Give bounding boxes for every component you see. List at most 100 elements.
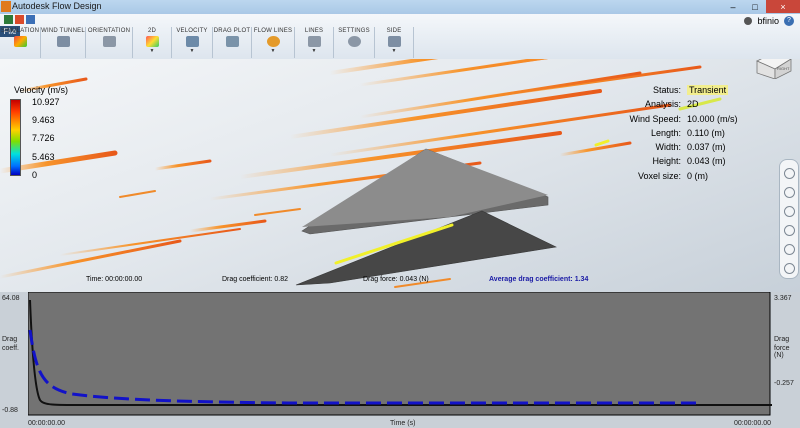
- ribbon-group-2d[interactable]: 2D ▼: [133, 27, 172, 58]
- ribbon-group-flow-lines[interactable]: FLOW LINES ▼: [252, 27, 295, 58]
- close-button[interactable]: ×: [766, 0, 800, 13]
- status-panel: Status: Transient Analysis: 2D Wind Speed:…: [611, 83, 757, 183]
- flow-line: [0, 239, 182, 279]
- look-at-icon[interactable]: [783, 244, 795, 255]
- orientation-icon: [102, 36, 116, 47]
- drag-plot-panel: 64.08 Drag coeff. -0.88 3.367 Drag force…: [0, 292, 800, 428]
- drag-force-readout: Drag force: 0.043 (N): [363, 276, 429, 283]
- legend-tick: 5.463: [32, 152, 55, 162]
- ribbon-group-label: DRAG PLOT: [213, 28, 251, 34]
- viewcube-face-label: RIGHT: [777, 66, 790, 71]
- chevron-down-icon[interactable]: ▼: [312, 48, 317, 54]
- fit-to-view-icon[interactable]: [783, 263, 795, 274]
- ribbon-group-label: LINES: [304, 28, 324, 34]
- gear-icon: [347, 36, 361, 47]
- flow-line: [254, 208, 301, 216]
- navigation-bar: [779, 159, 799, 279]
- status-row: Width: 0.037 (m): [611, 140, 757, 154]
- drag-coefficient-readout: Drag coefficient: 0.82: [222, 276, 289, 283]
- simulation-icon: [13, 36, 27, 47]
- drag-plot-icon: [225, 36, 239, 47]
- status-value: 0.037 (m): [687, 142, 726, 153]
- status-label: Wind Speed:: [629, 113, 681, 124]
- status-row: Wind Speed: 10.000 (m/s): [611, 112, 757, 126]
- x-axis-start: 00:00:00.00: [28, 420, 65, 427]
- drag-plot-chart: 00:00:00.00 Time (s) 00:00:00.00: [28, 292, 772, 427]
- right-axis-min: -0.257: [774, 380, 794, 387]
- ribbon-group-label: VELOCITY: [176, 28, 208, 34]
- status-label: Status:: [652, 85, 681, 95]
- title-bar: Autodesk Flow Design – □ ×: [0, 0, 800, 15]
- wind-tunnel-icon: [56, 36, 70, 47]
- viewcube[interactable]: RIGHT: [753, 59, 795, 79]
- chevron-down-icon[interactable]: ▼: [150, 48, 155, 54]
- new-icon[interactable]: [4, 15, 13, 24]
- ribbon-group-label: FLOW LINES: [253, 28, 293, 34]
- left-axis-title: Drag: [2, 336, 18, 343]
- ribbon-group-lines[interactable]: LINES ▼: [295, 27, 334, 58]
- legend-tick: 7.726: [32, 133, 55, 143]
- status-row: Length: 0.110 (m): [611, 126, 757, 140]
- viewport[interactable]: Velocity (m/s) 10.927 9.463 7.726 5.463 …: [0, 59, 800, 292]
- ribbon-group-drag-plot[interactable]: DRAG PLOT: [213, 27, 252, 58]
- ribbon-group-label: SETTINGS: [338, 28, 370, 34]
- average-drag-coefficient: Average drag coefficient: 1.34: [489, 276, 589, 283]
- steering-wheel-icon[interactable]: [783, 168, 795, 179]
- pan-icon[interactable]: [783, 187, 795, 198]
- ribbon-group-velocity[interactable]: VELOCITY ▼: [172, 27, 213, 58]
- status-label: Height:: [652, 156, 681, 167]
- ribbon-group-simulation[interactable]: SIMULATION: [0, 27, 41, 58]
- username[interactable]: bfinio: [757, 16, 779, 26]
- ribbon-group-label: ORIENTATION: [87, 28, 131, 34]
- ribbon-group-label: SIMULATION: [0, 28, 40, 34]
- status-value: 0.043 (m): [687, 156, 726, 167]
- user-icon: [744, 17, 753, 25]
- plot-area: [28, 292, 771, 416]
- status-row: Status: Transient: [611, 83, 757, 97]
- status-row: Height: 0.043 (m): [611, 154, 757, 168]
- velocity-icon: [185, 36, 199, 47]
- wing-upper-face: [302, 149, 548, 227]
- status-value: Transient: [687, 85, 729, 95]
- flow-line: [288, 89, 602, 139]
- left-axis-max: 64.08: [2, 295, 20, 302]
- minimize-button[interactable]: –: [722, 0, 744, 13]
- ribbon-group-settings[interactable]: SETTINGS: [334, 27, 375, 58]
- velocity-color-bar: [10, 99, 21, 176]
- user-area: bfinio ?: [744, 16, 794, 26]
- ribbon-group-label: 2D: [147, 28, 157, 34]
- orbit-icon[interactable]: [783, 225, 795, 236]
- open-icon[interactable]: [15, 15, 24, 24]
- help-button[interactable]: ?: [784, 16, 794, 26]
- right-axis-title: force (N): [774, 345, 790, 359]
- flow-line: [478, 59, 548, 69]
- flow-line: [153, 159, 212, 171]
- maximize-button[interactable]: □: [744, 0, 766, 13]
- zoom-icon[interactable]: [783, 206, 795, 217]
- side-view-icon: [387, 36, 401, 47]
- right-axis-max: 3.367: [774, 295, 792, 302]
- window-title: Autodesk Flow Design: [12, 1, 102, 11]
- chevron-down-icon[interactable]: ▼: [392, 48, 397, 54]
- ribbon-group-label: SIDE: [386, 28, 402, 34]
- save-icon[interactable]: [26, 15, 35, 24]
- flow-lines-icon: [266, 36, 280, 47]
- chevron-down-icon[interactable]: ▼: [271, 48, 276, 54]
- status-label: Length:: [650, 127, 681, 138]
- status-row: Analysis: 2D: [611, 97, 757, 111]
- status-value: 10.000 (m/s): [687, 113, 738, 124]
- status-row: Voxel size: 0 (m): [611, 169, 757, 183]
- ribbon-group-side[interactable]: SIDE ▼: [375, 27, 414, 58]
- status-value: 0.110 (m): [687, 127, 725, 138]
- left-axis-title: coeff.: [2, 345, 19, 352]
- window-controls: – □ ×: [722, 0, 800, 14]
- 2d-icon: [145, 36, 159, 47]
- legend-tick: 9.463: [32, 115, 55, 125]
- ribbon-group-wind-tunnel[interactable]: WIND TUNNEL: [41, 27, 86, 58]
- ribbon-group-orientation[interactable]: ORIENTATION: [86, 27, 133, 58]
- status-value: 2D: [687, 99, 699, 110]
- chevron-down-icon[interactable]: ▼: [190, 48, 195, 54]
- flow-line-fast: [594, 139, 610, 147]
- legend-title: Velocity (m/s): [14, 85, 69, 95]
- app-logo-icon: [1, 1, 11, 12]
